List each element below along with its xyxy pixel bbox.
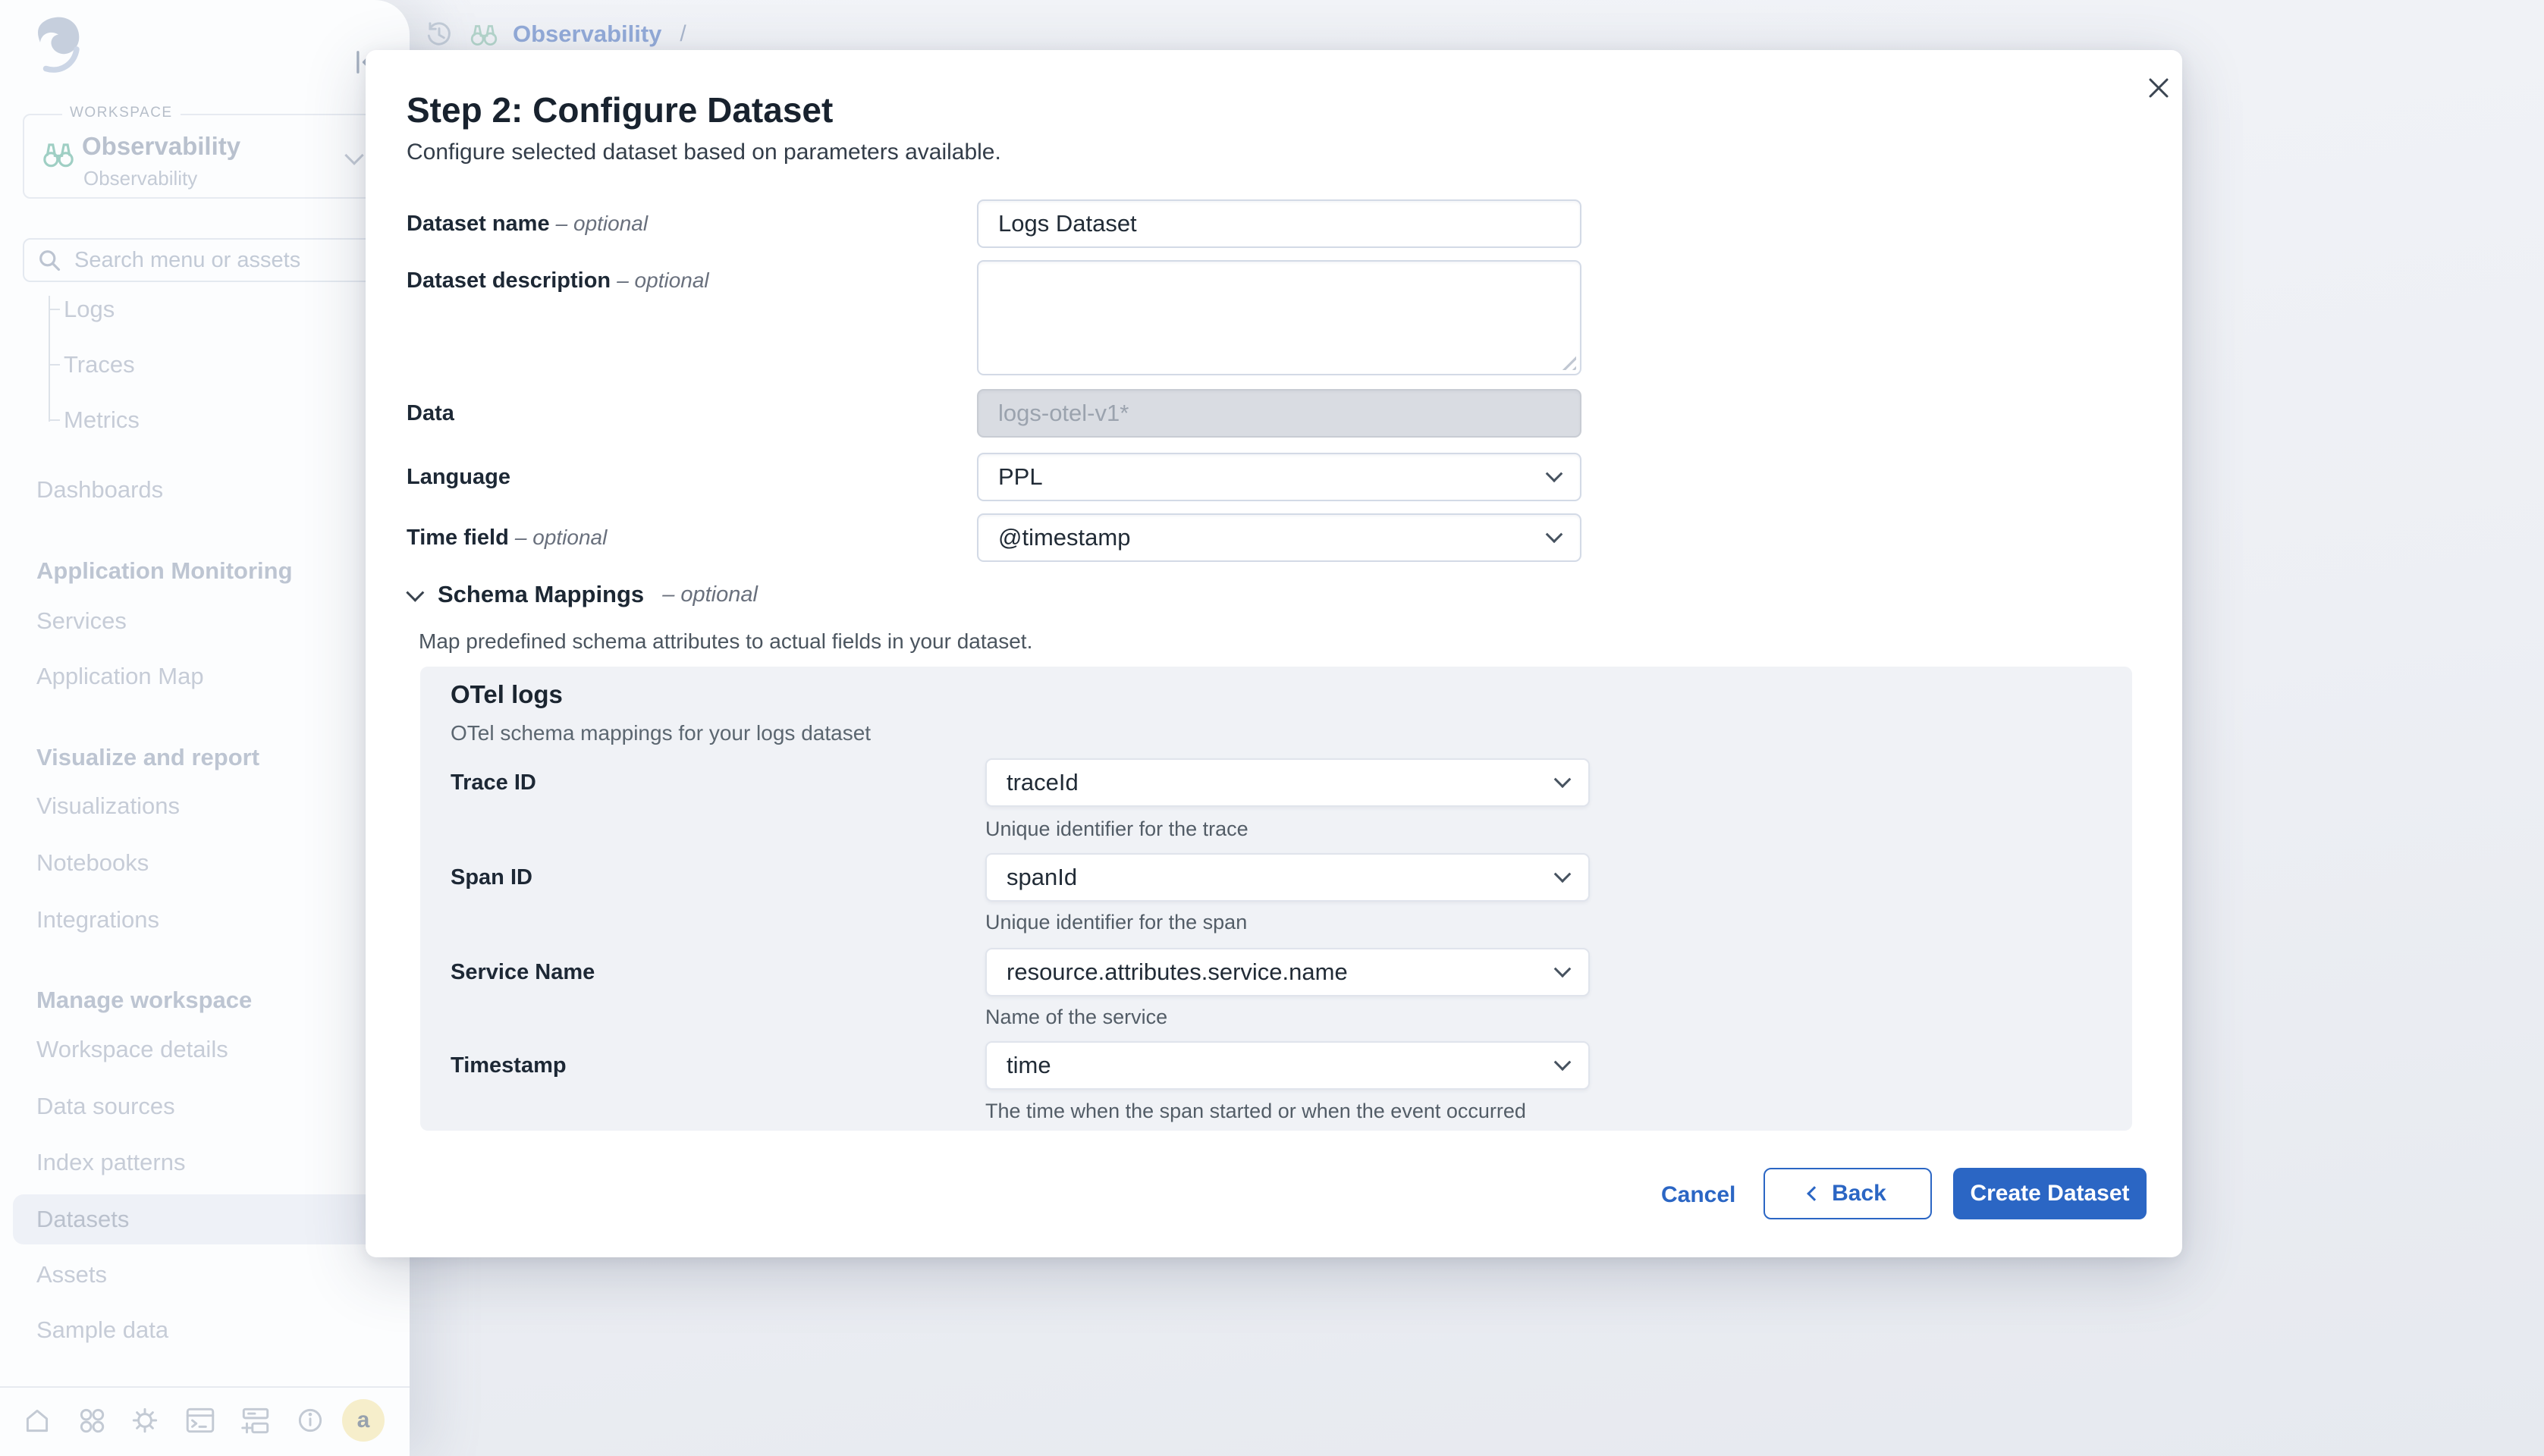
- chevron-down-icon: [1554, 1053, 1572, 1071]
- dataset-name-label: Dataset name – optional: [407, 206, 648, 242]
- add-panel-icon[interactable]: [239, 1404, 272, 1436]
- sidebar-item-index-patterns[interactable]: Index patterns: [36, 1147, 185, 1178]
- sidebar-item-notebooks[interactable]: Notebooks: [36, 848, 149, 878]
- back-button[interactable]: Back: [1764, 1168, 1932, 1219]
- span-id-select[interactable]: spanId: [985, 853, 1590, 902]
- workspace-title: Observability: [82, 132, 240, 161]
- app-logo-icon[interactable]: [33, 15, 83, 74]
- timestamp-helper: The time when the span started or when t…: [985, 1098, 1526, 1124]
- otel-logs-title: OTel logs: [451, 680, 563, 709]
- sidebar-item-services[interactable]: Services: [36, 606, 127, 636]
- sidebar-item-data-sources[interactable]: Data sources: [36, 1091, 175, 1122]
- timestamp-select[interactable]: time: [985, 1041, 1590, 1090]
- language-select[interactable]: PPL: [977, 453, 1581, 501]
- dataset-name-input[interactable]: [977, 199, 1581, 248]
- data-input: [977, 389, 1581, 438]
- cancel-button[interactable]: Cancel: [1661, 1178, 1735, 1212]
- sidebar-item-datasets[interactable]: Datasets: [36, 1204, 129, 1235]
- sidebar-section-manage-workspace: Manage workspace: [36, 985, 252, 1015]
- modal-subtitle: Configure selected dataset based on para…: [407, 140, 1001, 165]
- close-icon[interactable]: [2137, 67, 2180, 109]
- schema-mappings-accordion[interactable]: Schema Mappings – optional: [407, 581, 758, 608]
- chevron-down-icon: [1546, 526, 1563, 543]
- span-id-helper: Unique identifier for the span: [985, 909, 1247, 935]
- service-name-select[interactable]: resource.attributes.service.name: [985, 948, 1590, 996]
- span-id-label: Span ID: [451, 859, 532, 896]
- service-name-helper: Name of the service: [985, 1004, 1167, 1030]
- recent-history-icon[interactable]: [423, 18, 455, 50]
- dev-tools-icon[interactable]: [184, 1404, 217, 1436]
- breadcrumb-separator: /: [680, 21, 686, 47]
- home-icon[interactable]: [21, 1404, 53, 1436]
- chevron-left-icon: [1807, 1186, 1822, 1201]
- otel-logs-subtitle: OTel schema mappings for your logs datas…: [451, 721, 871, 745]
- timestamp-label: Timestamp: [451, 1047, 567, 1084]
- workspace-legend: WORKSPACE: [62, 105, 181, 121]
- workspace-subtitle: Observability: [83, 167, 197, 190]
- sidebar-item-logs[interactable]: Logs: [64, 294, 115, 325]
- search-icon: [36, 247, 62, 273]
- sidebar-search[interactable]: [23, 238, 387, 282]
- chevron-down-icon: [1554, 865, 1572, 883]
- trace-id-select[interactable]: traceId: [985, 758, 1590, 807]
- dataset-description-input[interactable]: [978, 262, 1580, 374]
- service-name-label: Service Name: [451, 954, 595, 990]
- data-label: Data: [407, 395, 454, 431]
- sidebar-item-visualizations[interactable]: Visualizations: [36, 791, 180, 821]
- info-icon[interactable]: [294, 1404, 326, 1436]
- create-dataset-button[interactable]: Create Dataset: [1953, 1168, 2147, 1219]
- nav-tree-tick: [49, 309, 60, 310]
- chevron-down-icon: [344, 146, 363, 165]
- chevron-down-icon: [1554, 770, 1572, 788]
- sidebar-section-visualize-and-report: Visualize and report: [36, 742, 259, 773]
- language-label: Language: [407, 459, 510, 495]
- sidebar-item-application-map[interactable]: Application Map: [36, 661, 204, 692]
- time-field-label: Time field – optional: [407, 519, 607, 556]
- dataset-description-field: [977, 260, 1581, 375]
- sidebar-section-application-monitoring: Application Monitoring: [36, 556, 293, 586]
- workspace-selector[interactable]: WORKSPACE Observability Observability: [23, 114, 384, 199]
- binoculars-icon: [469, 20, 499, 48]
- chevron-down-icon: [406, 583, 424, 601]
- dataset-description-label: Dataset description – optional: [407, 262, 709, 299]
- search-input[interactable]: [73, 247, 353, 274]
- avatar-letter: a: [357, 1407, 370, 1433]
- sidebar-item-integrations[interactable]: Integrations: [36, 905, 159, 935]
- sidebar: WORKSPACE Observability Observability Lo…: [0, 0, 410, 1456]
- apps-grid-icon[interactable]: [76, 1404, 108, 1436]
- otel-logs-panel: OTel logs OTel schema mappings for your …: [420, 667, 2132, 1131]
- gear-icon[interactable]: [129, 1404, 161, 1436]
- chevron-down-icon: [1554, 960, 1572, 977]
- sidebar-footer-divider: [0, 1386, 410, 1388]
- nav-tree-tick: [49, 364, 60, 366]
- sidebar-item-metrics[interactable]: Metrics: [64, 405, 140, 435]
- sidebar-item-assets[interactable]: Assets: [36, 1260, 107, 1290]
- configure-dataset-modal: Step 2: Configure Dataset Configure sele…: [366, 50, 2182, 1257]
- nav-tree-tick: [49, 419, 60, 421]
- sidebar-item-dashboards[interactable]: Dashboards: [36, 475, 163, 505]
- modal-title: Step 2: Configure Dataset: [407, 89, 833, 130]
- binoculars-icon: [41, 138, 76, 170]
- trace-id-helper: Unique identifier for the trace: [985, 816, 1248, 842]
- time-field-select[interactable]: @timestamp: [977, 513, 1581, 562]
- chevron-down-icon: [1546, 465, 1563, 482]
- nav-tree-line: [49, 296, 50, 422]
- schema-mappings-helper: Map predefined schema attributes to actu…: [419, 629, 1032, 654]
- sidebar-item-sample-data[interactable]: Sample data: [36, 1315, 168, 1345]
- breadcrumb[interactable]: Observability: [513, 20, 661, 48]
- user-avatar[interactable]: a: [342, 1399, 385, 1442]
- trace-id-label: Trace ID: [451, 764, 536, 801]
- sidebar-item-traces[interactable]: Traces: [64, 350, 135, 380]
- sidebar-item-workspace-details[interactable]: Workspace details: [36, 1034, 228, 1065]
